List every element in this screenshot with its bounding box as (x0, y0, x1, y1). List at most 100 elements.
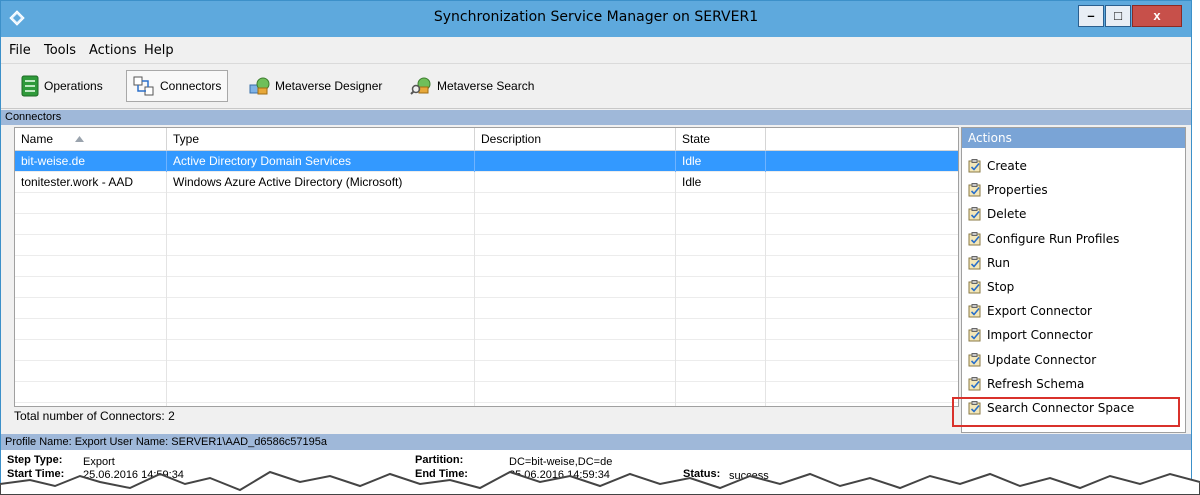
menu-actions[interactable]: Actions (89, 43, 137, 58)
metaverse-designer-button[interactable]: Metaverse Designer (242, 70, 388, 102)
empty-cell (15, 256, 167, 277)
column-header-name[interactable]: Name (15, 128, 167, 150)
empty-cell (475, 256, 676, 277)
cell-name: bit-weise.de (15, 151, 167, 172)
minimize-button[interactable]: – (1078, 5, 1104, 27)
action-export-connector[interactable]: Export Connector (968, 300, 1092, 322)
metaverse-search-icon (410, 77, 431, 95)
window-title: Synchronization Service Manager on SERVE… (433, 9, 759, 25)
empty-row (15, 319, 958, 340)
action-label: Export Connector (987, 304, 1092, 319)
cell-description (475, 172, 676, 193)
empty-cell (676, 193, 766, 214)
cell-description (475, 151, 676, 172)
action-configure-run-profiles[interactable]: Configure Run Profiles (968, 228, 1119, 250)
action-delete[interactable]: Delete (968, 203, 1026, 225)
empty-cell (475, 235, 676, 256)
cell-state: Idle (676, 172, 766, 193)
empty-row (15, 403, 958, 406)
empty-cell (15, 340, 167, 361)
empty-cell (676, 256, 766, 277)
menu-help[interactable]: Help (144, 43, 174, 58)
metaverse-search-button[interactable]: Metaverse Search (404, 70, 540, 102)
empty-row (15, 361, 958, 382)
action-create[interactable]: Create (968, 155, 1027, 177)
action-clipboard-icon (968, 328, 981, 342)
action-clipboard-icon (968, 159, 981, 173)
empty-cell (676, 382, 766, 403)
metaverse-designer-label: Metaverse Designer (275, 79, 383, 93)
empty-cell (475, 361, 676, 382)
table-row[interactable]: tonitester.work - AAD Windows Azure Acti… (15, 172, 958, 193)
cell-type: Active Directory Domain Services (167, 151, 475, 172)
empty-cell (475, 214, 676, 235)
action-clipboard-icon (968, 304, 981, 318)
empty-row (15, 193, 958, 214)
action-label: Update Connector (987, 352, 1097, 367)
empty-cell (15, 403, 167, 406)
empty-cell (676, 319, 766, 340)
menu-bar: File Tools Actions Help (1, 37, 1191, 64)
empty-row (15, 214, 958, 235)
metaverse-designer-icon (249, 77, 270, 95)
menu-tools[interactable]: Tools (44, 43, 76, 58)
empty-cell (15, 361, 167, 382)
app-window: Synchronization Service Manager on SERVE… (0, 0, 1192, 495)
sort-ascending-icon (75, 136, 84, 142)
empty-cell (167, 319, 475, 340)
action-label: Properties (987, 183, 1048, 198)
maximize-button[interactable]: □ (1105, 5, 1131, 27)
empty-cell (15, 214, 167, 235)
empty-cell (475, 193, 676, 214)
action-label: Import Connector (987, 328, 1093, 343)
close-button[interactable]: x (1132, 5, 1182, 27)
operations-button[interactable]: Operations (15, 70, 109, 102)
action-stop[interactable]: Stop (968, 276, 1014, 298)
toolbar: Operations Connectors Metaverse Designer (1, 64, 1191, 109)
empty-cell (676, 361, 766, 382)
connectors-icon (133, 76, 154, 96)
column-header-state[interactable]: State (676, 128, 766, 150)
connectors-table: Name Type Description State bit-weise.de… (14, 127, 959, 407)
action-run[interactable]: Run (968, 252, 1010, 274)
empty-row (15, 298, 958, 319)
empty-cell (15, 277, 167, 298)
empty-cell (167, 277, 475, 298)
action-import-connector[interactable]: Import Connector (968, 324, 1093, 346)
empty-cell (15, 382, 167, 403)
empty-cell (15, 298, 167, 319)
empty-cell (167, 340, 475, 361)
empty-cell (167, 214, 475, 235)
action-properties[interactable]: Properties (968, 179, 1048, 201)
action-update-connector[interactable]: Update Connector (968, 349, 1096, 371)
empty-cell (167, 256, 475, 277)
empty-cell (167, 235, 475, 256)
empty-cell (676, 403, 766, 406)
empty-cell (167, 403, 475, 406)
operations-icon (21, 75, 39, 97)
cell-name: tonitester.work - AAD (15, 172, 167, 193)
empty-cell (167, 193, 475, 214)
action-label: Refresh Schema (987, 376, 1085, 391)
connector-count-label: Total number of Connectors: 2 (14, 409, 175, 423)
empty-cell (475, 277, 676, 298)
empty-cell (676, 340, 766, 361)
empty-row (15, 382, 958, 403)
empty-cell (475, 298, 676, 319)
empty-cell (676, 277, 766, 298)
title-bar[interactable]: Synchronization Service Manager on SERVE… (1, 1, 1191, 37)
table-row[interactable]: bit-weise.de Active Directory Domain Ser… (15, 151, 958, 172)
action-refresh-schema[interactable]: Refresh Schema (968, 373, 1084, 395)
column-header-description[interactable]: Description (475, 128, 676, 150)
menu-file[interactable]: File (9, 43, 31, 58)
connectors-button[interactable]: Connectors (126, 70, 229, 102)
action-label: Configure Run Profiles (987, 231, 1120, 246)
torn-edge-decoration (0, 470, 1200, 495)
operations-label: Operations (44, 79, 103, 93)
action-clipboard-icon (968, 231, 981, 246)
action-clipboard-icon (968, 376, 981, 391)
empty-row (15, 340, 958, 361)
column-header-type[interactable]: Type (167, 128, 475, 150)
connectors-label: Connectors (160, 79, 222, 93)
empty-cell (475, 403, 676, 406)
